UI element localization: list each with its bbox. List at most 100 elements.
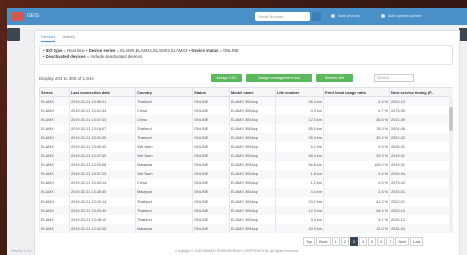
- page-button[interactable]: 6: [377, 237, 386, 246]
- table-row[interactable]: ELAMX 2019-02-21 13:21:34 China ONLINE ELAMX…: [39, 106, 453, 116]
- page-button[interactable]: Last: [410, 237, 424, 246]
- table-cell: 2021-02: [389, 133, 453, 143]
- monitor-site-button[interactable]: Monitor site: [316, 74, 353, 82]
- page-button[interactable]: 4: [358, 237, 368, 246]
- table-cell: ELAMX 300Asp: [229, 197, 276, 207]
- page-button[interactable]: 5: [368, 237, 377, 246]
- table-cell: 5.2 km: [275, 142, 324, 152]
- table-cell: 2019-02-21 13:33:14: [69, 178, 136, 188]
- column-header[interactable]: Country: [135, 87, 193, 97]
- table-cell: Thailand: [135, 206, 193, 216]
- assign-management-tool-button[interactable]: Assign management tool: [246, 74, 312, 82]
- column-header[interactable]: Model name: [229, 87, 276, 97]
- page-button[interactable]: Next: [395, 237, 410, 246]
- table-cell: 5.1 %: [323, 215, 390, 225]
- right-panel-button[interactable]: [459, 28, 467, 41]
- nav-add-system-admin[interactable]: Add system admin: [388, 13, 421, 18]
- pagination: Top Back 1 2 3 4 5 6 7 Next Last: [303, 237, 424, 246]
- filter-summary: • IDS type = Real time • Device series =…: [39, 45, 453, 65]
- table-header-row: Series Last connection date Country Stat…: [39, 87, 453, 97]
- table-cell: 2073-09: [389, 106, 453, 116]
- serial-search-input[interactable]: Serial Number: [255, 12, 310, 21]
- table-cell: Viet Nam: [135, 142, 193, 152]
- table-cell: 36.6 %: [323, 115, 390, 125]
- table-cell: ONLINE: [192, 206, 230, 216]
- table-cell: ELAMX 300Asp: [229, 215, 276, 225]
- table-row[interactable]: ELAMX 2019-02-21 13:16:07 Thailand ONLINE EL…: [39, 124, 453, 134]
- table-row[interactable]: ELAMX 2019-02-21 13:36:21 Thailand ONLINE EL…: [39, 96, 453, 107]
- scrollbar-thumb[interactable]: [449, 107, 453, 131]
- tab-devices[interactable]: Devices: [41, 33, 56, 42]
- table-row[interactable]: ELAMX 2019-02-21 13:40:42 Viet Nam ONLINE EL…: [39, 142, 453, 152]
- table-cell: 12.3 km: [275, 115, 324, 125]
- table-cell: 2019-02-21 13:21:34: [69, 106, 136, 116]
- assign-csv-button[interactable]: Assign CSV: [211, 74, 242, 82]
- table-cell: ELAMX: [39, 160, 70, 170]
- table-cell: 66.6 km: [275, 160, 324, 170]
- column-header[interactable]: Next service timing (P...: [389, 87, 453, 97]
- table-cell: Thailand: [135, 133, 193, 143]
- nav-add-devices[interactable]: Add devices: [338, 13, 360, 18]
- table-cell: 2019-02-21 13:28:35: [69, 187, 136, 198]
- tab-activity[interactable]: Activity: [63, 33, 76, 41]
- table-cell: ELAMX 300Asp: [229, 151, 276, 161]
- table-cell: ELAMX: [39, 187, 70, 198]
- table-cell: ELAMX 300Asp: [229, 160, 276, 170]
- table-row[interactable]: ELAMX 2019-02-21 13:20:14 Thailand ONLINE EL…: [39, 197, 453, 207]
- table-cell: ELAMX 300Asp: [229, 169, 276, 179]
- table-row[interactable]: ELAMX 2019-02-21 13:28:35 Malaysia ONLINE EL…: [39, 187, 453, 198]
- table-row[interactable]: ELAMX 2019-02-21 13:42:05 Malaysia ONLINE EL…: [39, 224, 453, 234]
- table-cell: ELAMX: [39, 206, 70, 216]
- table-row[interactable]: ELAMX 2019-02-21 13:31:09 Thailand ONLINE EL…: [39, 133, 453, 143]
- column-header[interactable]: Status: [192, 87, 230, 97]
- table-cell: ONLINE: [192, 160, 230, 170]
- column-header[interactable]: Series: [39, 87, 70, 97]
- table-cell: ELAMX 300Asp: [229, 133, 276, 143]
- page-button[interactable]: 3: [349, 237, 358, 246]
- table-row[interactable]: ELAMX 2019-02-21 13:33:14 China ONLINE ELAMX…: [39, 178, 453, 188]
- column-header[interactable]: Print head usage ratio: [323, 87, 390, 97]
- app-name: GEIS: [27, 13, 39, 19]
- column-header[interactable]: Life number: [275, 87, 324, 97]
- page-button[interactable]: 7: [386, 237, 395, 246]
- table-cell: 2022-10: [389, 96, 453, 107]
- table-cell: ONLINE: [192, 124, 230, 134]
- search-button[interactable]: [312, 12, 321, 21]
- table-cell: ELAMX 300Asp: [229, 106, 276, 116]
- page-button[interactable]: 2: [340, 237, 349, 246]
- table-cell: ELAMX: [39, 224, 70, 234]
- table-scrollbar[interactable]: [449, 95, 453, 233]
- table-cell: Thailand: [135, 215, 193, 225]
- table-cell: ONLINE: [192, 224, 230, 234]
- table-row[interactable]: ELAMX 2019-02-21 13:37:49 Viet Nam ONLINE EL…: [39, 151, 453, 161]
- table-cell: ELAMX: [39, 106, 70, 116]
- table-row[interactable]: ELAMX 2019-02-21 13:29:58 Malaysia ONLINE EL…: [39, 160, 453, 170]
- page-button[interactable]: Top: [303, 237, 316, 246]
- table-row[interactable]: ELAMX 2019-02-21 13:37:29 Viet Nam ONLINE EL…: [39, 169, 453, 179]
- sidebar-toggle-button[interactable]: [7, 28, 20, 41]
- table-cell: ONLINE: [192, 169, 230, 179]
- table-search-input[interactable]: Search: [374, 74, 414, 82]
- table-cell: ELAMX: [39, 215, 70, 225]
- table-cell: 12.3 km: [275, 206, 324, 216]
- table-cell: 2019-02-21 13:40:42: [69, 142, 136, 152]
- table-cell: ELAMX 300Asp: [229, 115, 276, 125]
- table-cell: 44.4 %: [323, 206, 390, 216]
- table-cell: 3.4 %: [323, 169, 390, 179]
- table-row[interactable]: ELAMX 2019-02-21 13:29:40 Thailand ONLINE EL…: [39, 206, 453, 216]
- table-row[interactable]: ELAMX 2019-02-21 13:37:43 China ONLINE ELAMX…: [39, 115, 453, 125]
- app-logo-icon[interactable]: [11, 12, 23, 21]
- table-cell: 105.0 %: [323, 160, 390, 170]
- table-cell: 2073-02: [389, 178, 453, 188]
- table-cell: 4.4 km: [275, 187, 324, 198]
- table-cell: Viet Nam: [135, 169, 193, 179]
- page-button[interactable]: 1: [331, 237, 340, 246]
- table-cell: ELAMX: [39, 151, 70, 161]
- column-header[interactable]: Last connection date: [69, 87, 136, 97]
- table-cell: 2019-02-21 13:31:09: [69, 133, 136, 143]
- table-cell: China: [135, 178, 193, 188]
- table-row[interactable]: ELAMX 2019-02-21 13:48:10 Thailand ONLINE EL…: [39, 215, 453, 225]
- table-cell: 2019-02-21 13:42:05: [69, 224, 136, 234]
- page-button[interactable]: Back: [316, 237, 331, 246]
- display-count: Display 201 to 300 of 1,844: [39, 76, 94, 81]
